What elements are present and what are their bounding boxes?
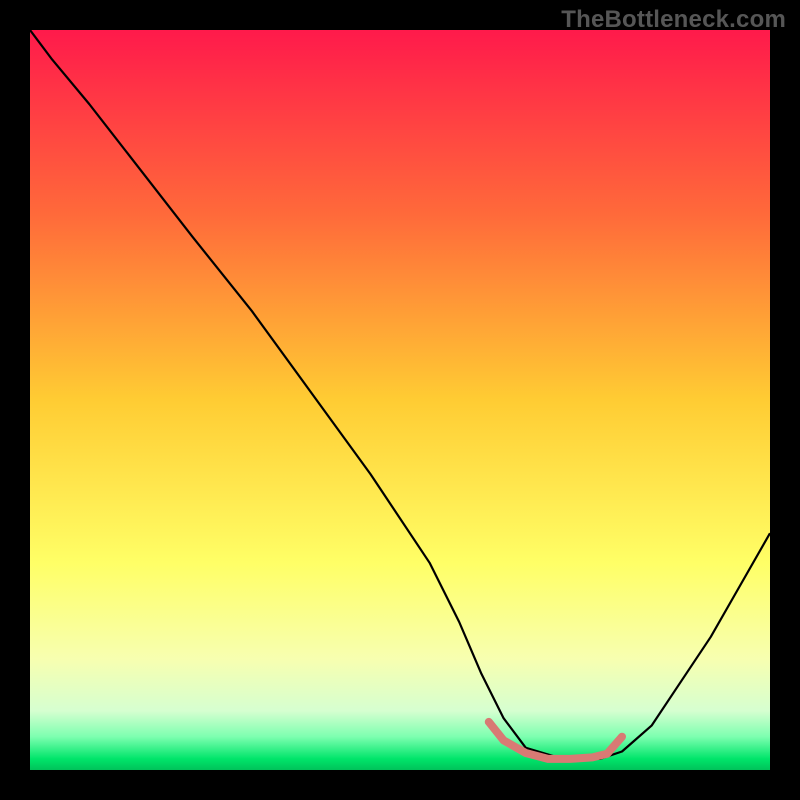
gradient-background	[30, 30, 770, 770]
chart-svg	[30, 30, 770, 770]
plot-area	[30, 30, 770, 770]
watermark-text: TheBottleneck.com	[561, 6, 786, 34]
chart-container: TheBottleneck.com	[0, 0, 800, 800]
